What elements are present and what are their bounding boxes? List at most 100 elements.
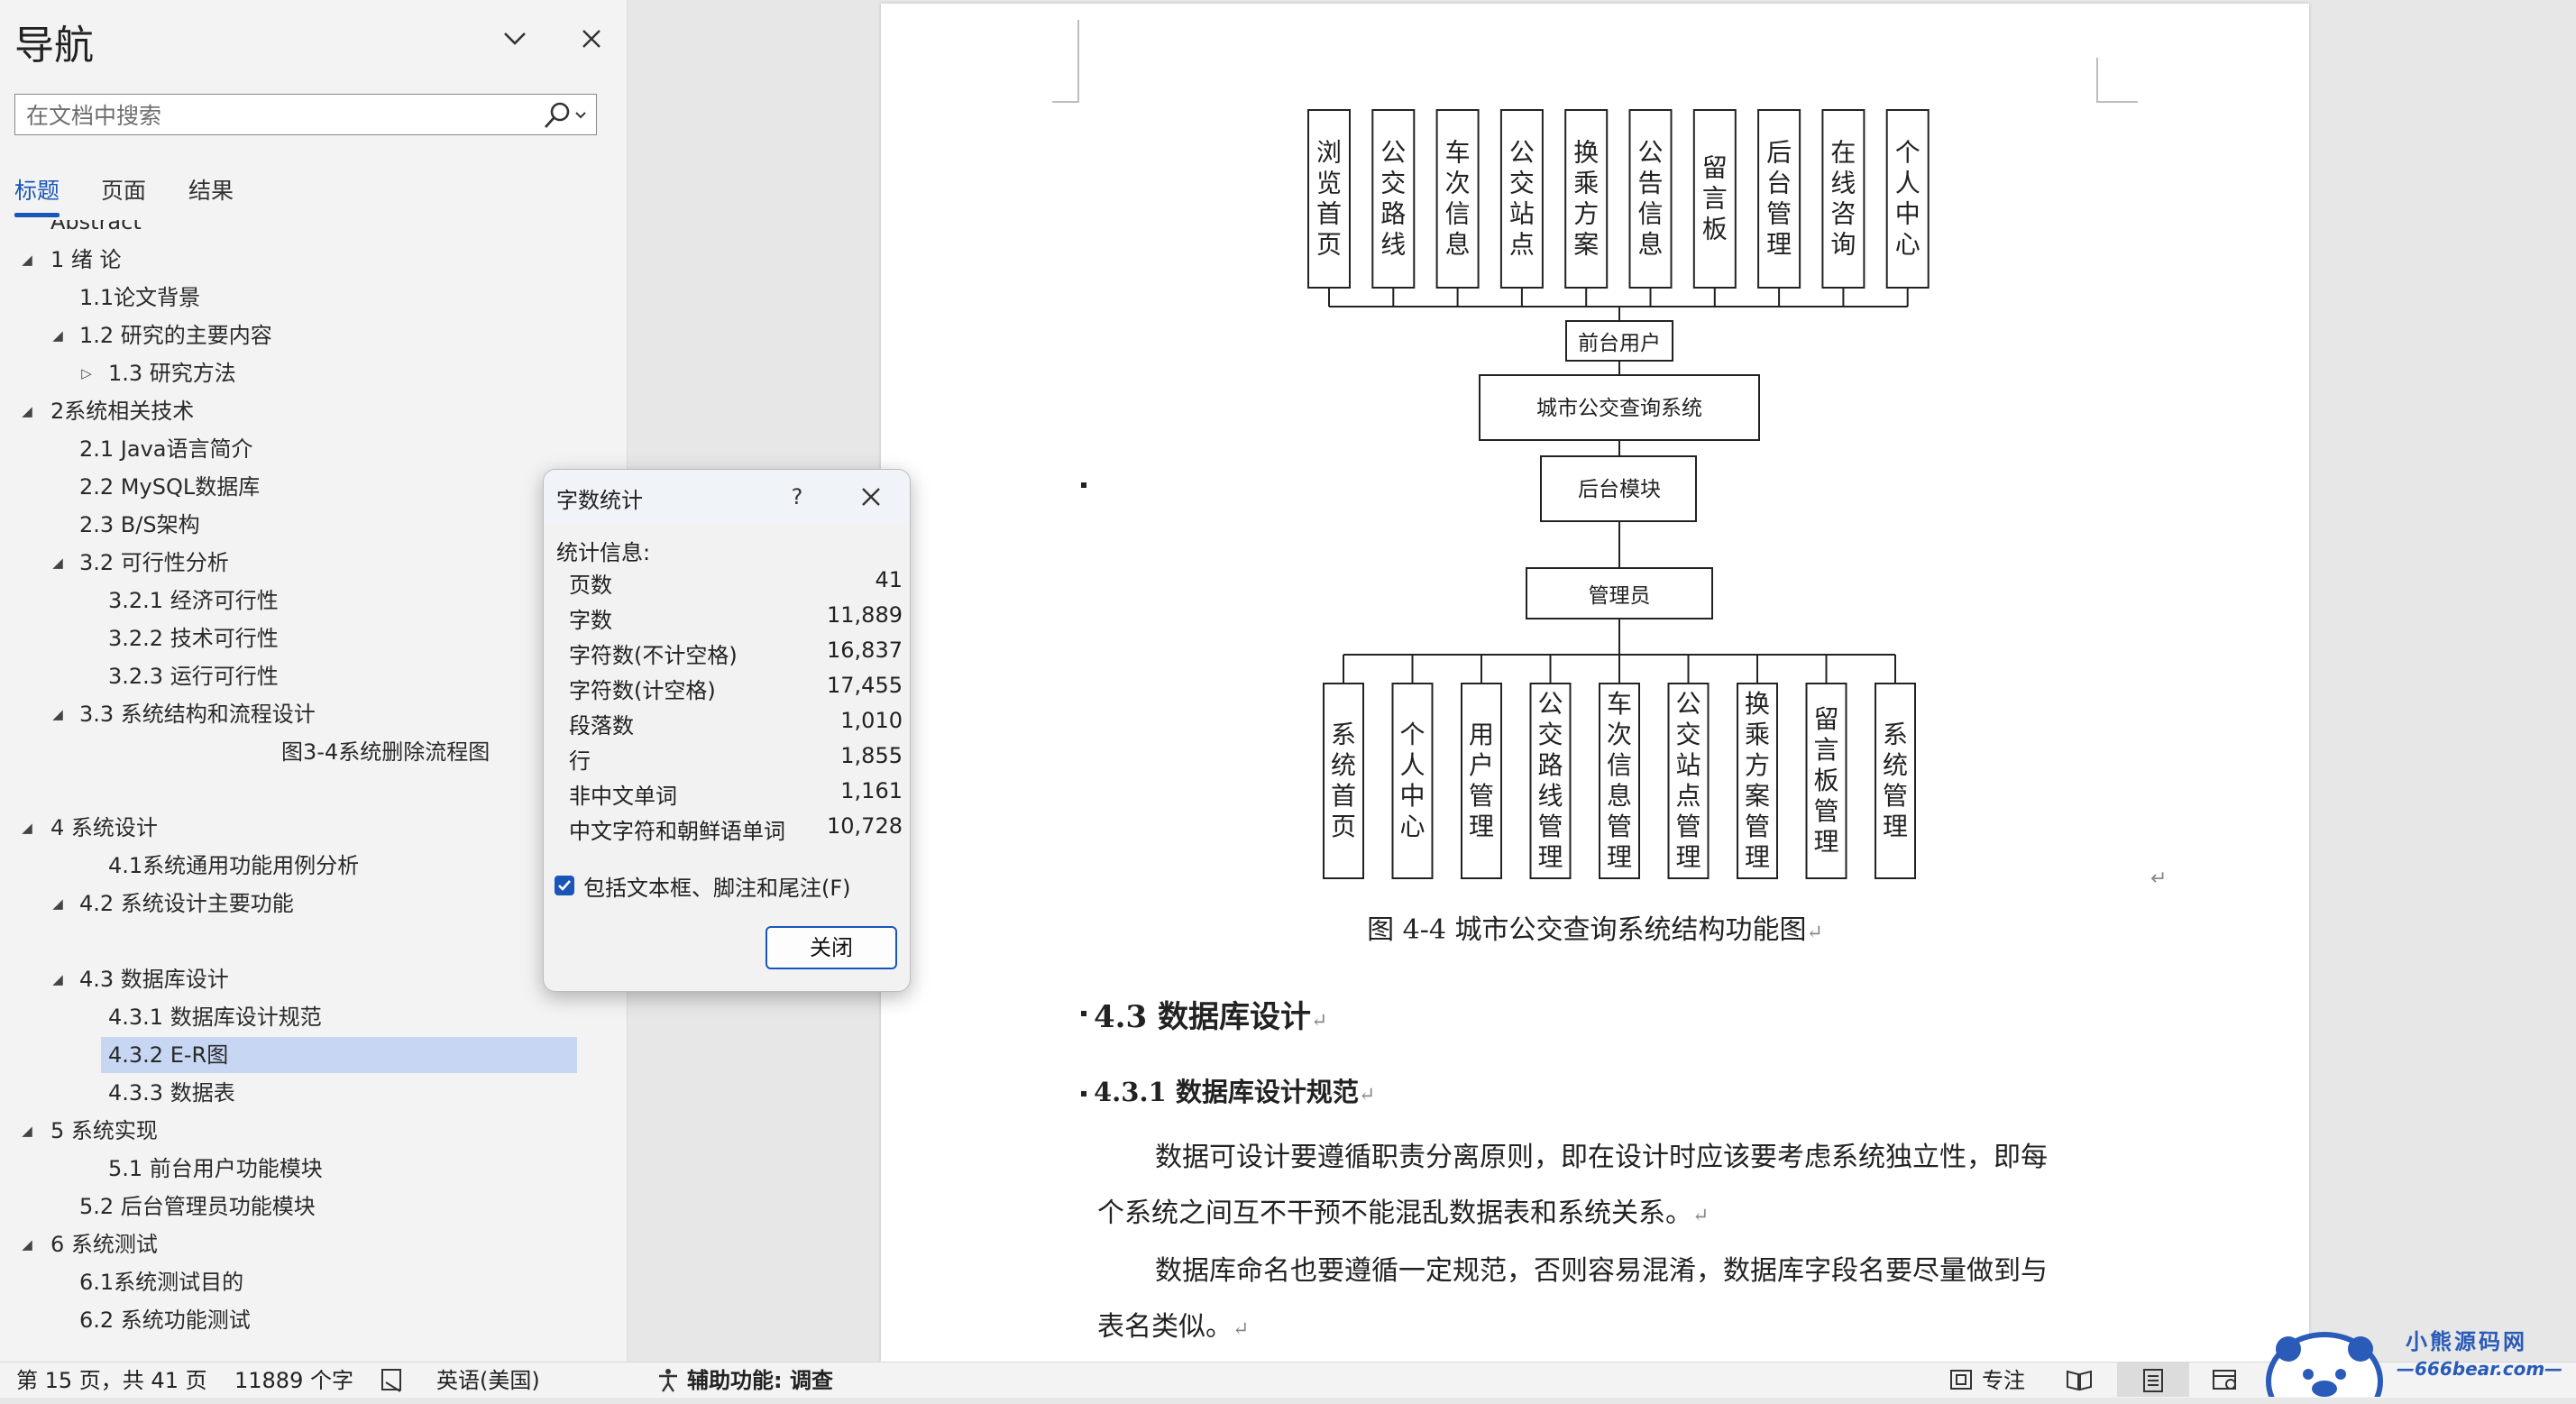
diagram-top-box-label: 在线咨询 [1830,138,1856,260]
paragraph-line: 数据库命名也要遵循一定规范，否则容易混淆，数据库字段名要尽量做到与 [1155,1255,2048,1287]
search-input[interactable] [24,100,533,131]
heading-tree-item[interactable]: 2.1 Java语言简介 [0,431,613,467]
dialog-close-icon[interactable] [850,477,892,517]
heading-tree-item[interactable]: ◢ 3.2 可行性分析 [0,545,613,581]
document-page[interactable]: 浏览首页 公交路线 车次信息 公交站点 换乘方案 公告信息 留言板 后台管理 在线咨询 个人中心前… [881,4,2309,1362]
heading-tree-item[interactable]: ◢ 3.3 系统结构和流程设计 [0,696,613,732]
tab-pages[interactable]: 页面 [101,173,146,206]
search-icon[interactable] [536,100,591,131]
heading-tree-empty-item[interactable] [0,772,613,808]
stat-label: 非中文单词 [569,784,677,809]
caption-text: 图 4-4 城市公交查询系统结构功能图 [1367,914,1807,946]
tab-results[interactable]: 结果 [188,173,234,206]
expand-arrow-icon[interactable]: ◢ [47,961,69,997]
print-layout-button[interactable] [2117,1363,2189,1397]
language-indicator[interactable]: 英语(美国) [436,1366,540,1395]
heading-4-3-1-text: 4.3.1 数据库设计规范 [1094,1077,1359,1107]
heading-tree-item[interactable]: 2.2 MySQL数据库 [0,469,613,505]
heading-tree-item[interactable]: 4.3.2 E-R图 [0,1037,613,1073]
diagram-bottom-box-label: 系统管理 [1883,720,1908,841]
heading-tree-item[interactable]: ◢ 5 系统实现 [0,1113,613,1149]
expand-arrow-icon[interactable]: ◢ [16,1113,38,1149]
heading-tree-item[interactable]: 6.1系统测试目的 [0,1264,613,1300]
nav-options-chevron-icon[interactable] [494,18,536,60]
expand-arrow-icon[interactable]: ◢ [16,810,38,846]
diagram-bottom-box-label: 公交站点管理 [1675,689,1701,872]
backend-label: 后台模块 [1578,478,1661,501]
search-box [14,94,597,135]
stat-label: 段落数 [569,713,634,739]
heading-tree-label: 3.3 系统结构和流程设计 [79,702,316,727]
accessibility-icon[interactable] [655,1366,682,1400]
close-button[interactable]: 关闭 [765,926,897,969]
stat-label: 页数 [569,573,612,598]
heading-tree-item[interactable]: ◢ 1.2 研究的主要内容 [0,317,613,353]
include-textboxes-checkbox[interactable]: 包括文本框、脚注和尾注(F) [555,870,897,903]
tab-headings[interactable]: 标题 [14,173,60,217]
focus-label[interactable]: 专注 [1982,1366,2025,1395]
heading-tree-item[interactable]: 1.1论文背景 [0,280,613,316]
expand-arrow-icon[interactable]: ◢ [16,242,38,278]
dialog-titlebar[interactable]: 字数统计 ? [544,470,910,524]
heading-tree-item[interactable]: 3.2.2 技术可行性 [0,620,613,656]
focus-icon[interactable] [1948,1366,1975,1400]
heading-tree-item[interactable]: ◢ 4.3 数据库设计 [0,961,613,997]
word-count[interactable]: 11889 个字 [234,1366,353,1395]
heading-tree-label: 3.2.3 运行可行性 [108,664,279,689]
heading-tree-item[interactable]: 4.3.3 数据表 [0,1075,613,1111]
heading-tree-item[interactable]: 图3-4系统删除流程图 [0,734,613,770]
heading-tree-item[interactable]: ◢ 4 系统设计 [0,810,613,846]
heading-tree-item[interactable]: ▷ 1.3 研究方法 [0,355,613,391]
heading-tree-item[interactable]: ◢ 2系统相关技术 [0,393,613,429]
expand-arrow-icon[interactable]: ◢ [47,317,69,353]
heading-tree-label: 2系统相关技术 [50,399,195,424]
heading-tree-item[interactable]: 5.1 前台用户功能模块 [0,1151,613,1187]
diagram-bottom-box-label: 个人中心 [1399,720,1425,841]
heading-tree-item[interactable]: 4.1系统通用功能用例分析 [0,848,613,884]
paragraph-line: 个系统之间互不干预不能混乱数据表和系统关系。↵ [1097,1190,1709,1230]
collapse-arrow-icon[interactable]: ▷ [76,355,97,391]
diagram-top-box-label: 换乘方案 [1573,138,1599,260]
read-mode-icon[interactable] [2065,1366,2094,1400]
expand-arrow-icon[interactable]: ◢ [47,545,69,581]
heading-4-3-text: 4.3 数据库设计 [1094,999,1311,1035]
accessibility-status[interactable]: 辅助功能: 调查 [687,1366,833,1395]
heading-tree-label: 1 绪 论 [50,247,122,272]
heading-tree-item[interactable]: ◢ 4.2 系统设计主要功能 [0,886,613,922]
page-count[interactable]: 第 15 页，共 41 页 [16,1366,207,1395]
statistics-heading: 统计信息: [556,540,651,565]
stat-row: 字数 11,889 [569,602,903,635]
checkbox-label: 包括文本框、脚注和尾注(F) [583,876,851,901]
heading-tree-item[interactable]: ◢ 1 绪 论 [0,242,613,278]
expand-arrow-icon[interactable]: ◢ [47,696,69,732]
heading-tree-item[interactable]: ◢ 6 系统测试 [0,1226,613,1262]
heading-tree-item[interactable]: 3.2.1 经济可行性 [0,583,613,619]
expand-arrow-icon[interactable]: ◢ [16,393,38,429]
heading-tree-item[interactable]: 3.2.3 运行可行性 [0,658,613,694]
stat-value: 16,837 [827,638,903,663]
help-button[interactable]: ? [776,477,818,517]
stat-value: 41 [875,567,903,592]
expand-arrow-icon[interactable]: ◢ [16,1226,38,1262]
proofing-icon[interactable] [379,1366,406,1400]
expand-arrow-icon[interactable]: ◢ [47,886,69,922]
heading-tree-item[interactable]: 5.2 后台管理员功能模块 [0,1188,613,1225]
diagram-top-box-label: 公告信息 [1637,138,1663,260]
heading-tree: Abstract ◢ 1 绪 论 1.1论文背景 ◢ 1.2 研究的主要内容 ▷ 1.3 研究… [0,220,627,1338]
heading-tree-item[interactable]: 2.3 B/S架构 [0,507,613,543]
paragraph-line: 表名类似。↵ [1097,1304,1249,1344]
heading-tree-item[interactable]: 6.2 系统功能测试 [0,1302,613,1338]
return-mark: ↵ [1692,1205,1710,1227]
checkbox-checked-icon[interactable] [555,876,574,895]
paragraph-text: 表名类似。 [1097,1311,1233,1343]
navigation-pane: 导航 标题 页面 结果 Abstract ◢ 1 绪 论 1.1论文背景 ◢ 1.2 研究… [0,0,628,1362]
nav-close-icon[interactable] [571,18,612,60]
heading-tree-empty-item[interactable] [0,923,613,959]
word-count-dialog: 字数统计 ? 统计信息: 页数 41 字数 11,889 字符数(不计空格) 16,837… [543,469,911,992]
heading-tree-item[interactable]: 4.3.1 数据库设计规范 [0,999,613,1035]
heading-tree-label: 5 系统实现 [50,1118,158,1143]
heading-tree-label: 1.2 研究的主要内容 [79,323,272,348]
heading-tree-item[interactable]: Abstract [0,220,613,240]
stat-value: 1,010 [840,708,903,733]
web-layout-icon[interactable] [2211,1366,2240,1400]
